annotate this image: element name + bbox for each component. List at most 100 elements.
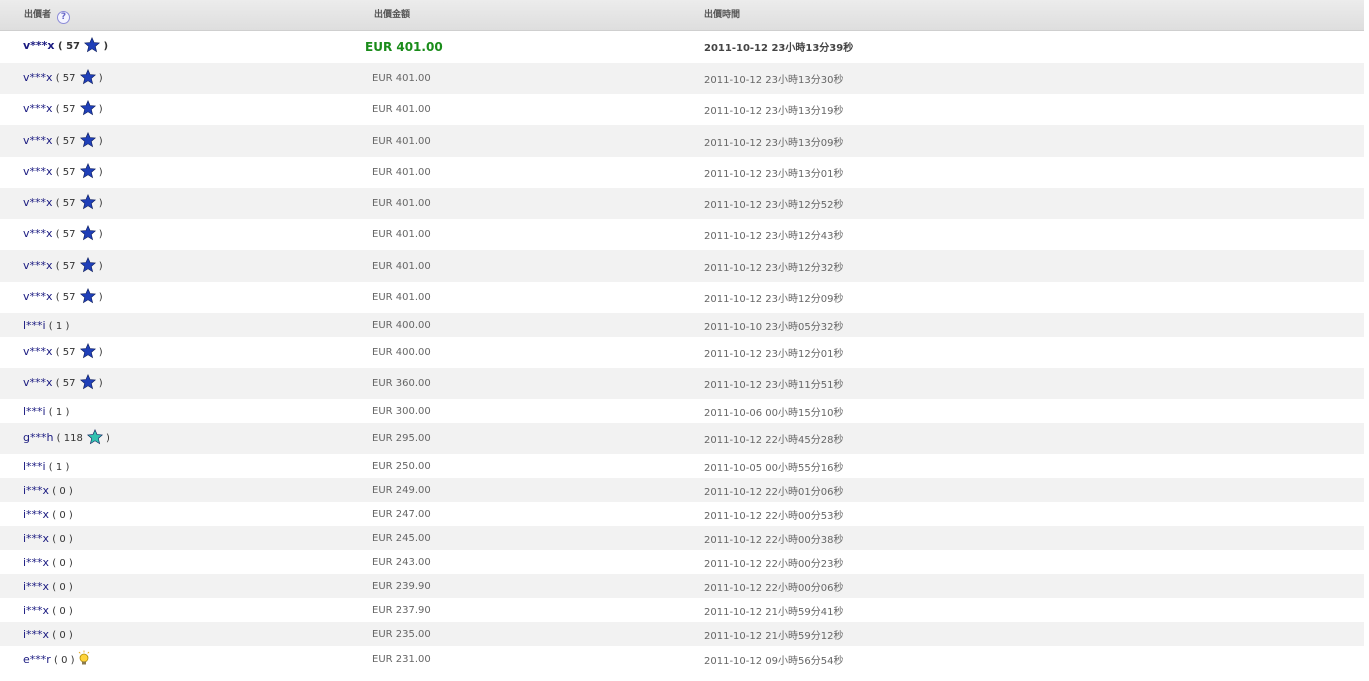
bid-amount: EUR 401.00 [372, 104, 431, 115]
score-paren-close: ) [65, 581, 73, 593]
bid-amount: EUR 401.00 [372, 73, 431, 84]
table-row: v***x ( 57 ) EUR 401.00 2011-10-12 23小時12分… [0, 219, 1364, 250]
bid-time: 2011-10-12 21小時59分12秒 [704, 630, 844, 642]
feedback-star-icon[interactable] [86, 429, 103, 448]
feedback-star-icon[interactable] [79, 374, 96, 393]
bid-time: 2011-10-12 09小時56分54秒 [704, 656, 844, 667]
bid-time: 2011-10-12 22小時00分53秒 [704, 510, 844, 522]
bidder-name-link[interactable]: l***i [23, 460, 46, 473]
bidder-name-link[interactable]: i***x [23, 580, 49, 593]
feedback-score: 57 [62, 260, 76, 272]
bidder-name-link[interactable]: l***i [23, 405, 46, 418]
score-paren-close: ) [65, 533, 73, 545]
bidder-name-link[interactable]: l***i [23, 319, 46, 332]
bid-amount: EUR 400.00 [372, 319, 431, 331]
table-row: i***x ( 0 ) EUR 237.90 2011-10-12 21小時59分4… [0, 598, 1364, 622]
feedback-score: 57 [62, 347, 76, 358]
score-paren-open: ( [52, 229, 63, 240]
bidder-cell: i***x ( 0 ) [0, 550, 349, 574]
score-paren-open: ( [45, 461, 56, 473]
bidder-cell: e***r ( 0 ) [0, 646, 349, 673]
table-header-row: 出價者? 出價金額 出價時間 [0, 0, 1364, 31]
bid-amount: EUR 401.00 [372, 135, 431, 147]
score-paren-open: ( [49, 557, 60, 569]
score-paren-open: ( [49, 509, 60, 521]
score-paren-open: ( [49, 629, 60, 641]
bid-amount: EUR 401.00 [372, 167, 431, 178]
bid-time: 2011-10-12 23小時13分09秒 [704, 137, 844, 149]
feedback-score: 57 [62, 229, 76, 240]
bidder-name-link[interactable]: v***x [23, 259, 53, 272]
bidder-name-link[interactable]: i***x [23, 484, 49, 497]
score-paren-open: ( [45, 406, 56, 418]
score-paren-open: ( [54, 41, 67, 53]
bidder-name-link[interactable]: v***x [23, 227, 53, 240]
table-row: l***i ( 1 ) EUR 400.00 2011-10-10 23小時05分3… [0, 313, 1364, 337]
bid-time: 2011-10-12 23小時13分19秒 [704, 106, 844, 117]
score-paren-close: ) [65, 605, 73, 617]
table-row: i***x ( 0 ) EUR 235.00 2011-10-12 21小時59分1… [0, 622, 1364, 646]
bidder-name-link[interactable]: i***x [23, 508, 49, 521]
bidder-name-link[interactable]: v***x [23, 196, 53, 209]
bid-amount: EUR 231.00 [372, 654, 431, 665]
feedback-star-icon[interactable] [79, 69, 96, 88]
bidder-name-link[interactable]: i***x [23, 628, 49, 641]
bidder-name-link[interactable]: g***h [23, 431, 53, 444]
bidder-name-link[interactable]: v***x [23, 134, 53, 147]
table-row: v***x ( 57 ) EUR 400.00 2011-10-12 23小時12分… [0, 337, 1364, 368]
bidder-name-link[interactable]: i***x [23, 556, 49, 569]
table-row: i***x ( 0 ) EUR 239.90 2011-10-12 22小時00分0… [0, 574, 1364, 598]
score-paren-open: ( [52, 167, 63, 178]
feedback-star-icon[interactable] [83, 37, 101, 56]
bidder-name-link[interactable]: v***x [23, 165, 53, 178]
score-paren-open: ( [52, 347, 63, 358]
bidder-name-link[interactable]: v***x [23, 102, 53, 115]
score-paren-open: ( [45, 320, 56, 332]
feedback-score: 57 [62, 378, 76, 389]
score-paren-open: ( [52, 378, 63, 389]
bidder-name-link[interactable]: v***x [23, 345, 53, 358]
score-paren-close: ) [95, 104, 103, 115]
table-row: v***x ( 57 ) EUR 401.00 2011-10-12 23小時13分… [0, 94, 1364, 125]
bidder-name-link[interactable]: v***x [23, 39, 55, 52]
score-paren-open: ( [49, 485, 60, 497]
bid-amount: EUR 401.00 [372, 292, 431, 303]
bid-time: 2011-10-12 23小時12分52秒 [704, 200, 844, 211]
feedback-score: 57 [62, 104, 76, 115]
feedback-star-icon[interactable] [79, 225, 96, 244]
score-paren-open: ( [49, 605, 60, 617]
score-paren-open: ( [52, 198, 63, 209]
bid-amount: EUR 360.00 [372, 378, 431, 389]
feedback-star-icon[interactable] [79, 100, 96, 119]
table-row: v***x ( 57 ) EUR 401.00 2011-10-12 23小時12分… [0, 250, 1364, 282]
feedback-star-icon[interactable] [79, 256, 96, 276]
feedback-score: 57 [62, 292, 76, 303]
bidder-name-link[interactable]: v***x [23, 376, 53, 389]
bidder-cell: v***x ( 57 ) [0, 250, 349, 282]
bidder-name-link[interactable]: e***r [23, 653, 51, 666]
column-header-amount: 出價金額 [349, 0, 683, 31]
feedback-star-icon[interactable] [79, 163, 96, 182]
score-paren-open: ( [52, 73, 63, 84]
bidder-name-link[interactable]: v***x [23, 290, 53, 303]
score-paren-close: ) [65, 485, 73, 497]
score-paren-close: ) [65, 629, 73, 641]
feedback-star-icon[interactable] [79, 194, 96, 213]
bidder-name-link[interactable]: i***x [23, 604, 49, 617]
feedback-star-icon[interactable] [79, 343, 96, 362]
score-paren-close: ) [100, 41, 109, 53]
feedback-star-icon[interactable] [79, 131, 96, 151]
bidder-cell: i***x ( 0 ) [0, 502, 349, 526]
bidder-name-link[interactable]: i***x [23, 532, 49, 545]
help-icon[interactable]: ? [57, 11, 71, 24]
new-member-bulb-icon[interactable] [78, 650, 90, 669]
bidder-cell: v***x ( 57 ) [0, 63, 349, 94]
score-paren-close: ) [62, 461, 70, 473]
bidder-name-link[interactable]: v***x [23, 71, 53, 84]
table-row: i***x ( 0 ) EUR 245.00 2011-10-12 22小時00分3… [0, 526, 1364, 550]
bid-time: 2011-10-12 23小時13分30秒 [704, 75, 844, 86]
bid-time: 2011-10-12 23小時12分09秒 [704, 294, 844, 305]
score-paren-open: ( [50, 655, 62, 666]
score-paren-close: ) [95, 73, 103, 84]
feedback-star-icon[interactable] [79, 288, 96, 307]
